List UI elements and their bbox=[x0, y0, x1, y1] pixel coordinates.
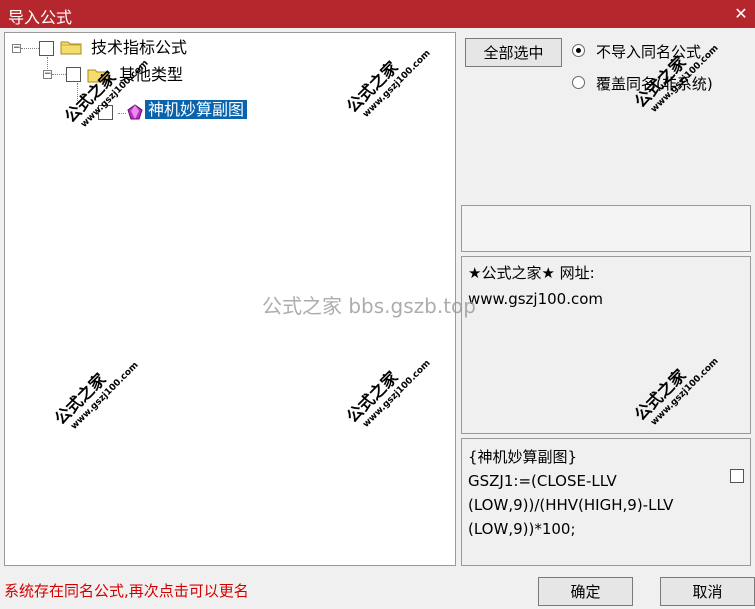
info-panel: ★公式之家★ 网址: www.gszj100.com bbox=[461, 256, 751, 434]
description-field[interactable] bbox=[461, 205, 751, 252]
formula-gem-icon bbox=[127, 104, 143, 120]
tree-child-label[interactable]: 其他类型 bbox=[119, 65, 183, 85]
select-all-button[interactable]: 全部选中 bbox=[465, 38, 562, 67]
formula-line-4: (LOW,9))*100; bbox=[468, 520, 576, 538]
tree-line bbox=[118, 113, 126, 114]
no-import-radio[interactable] bbox=[572, 44, 585, 57]
tree-leaf-label[interactable]: 神机妙算副图 bbox=[145, 97, 248, 123]
child-checkbox[interactable] bbox=[66, 67, 81, 82]
formula-line-1: {神机妙算副图} bbox=[468, 448, 578, 466]
formula-line-3: (LOW,9))/(HHV(HIGH,9)-LLV bbox=[468, 496, 674, 514]
window-title: 导入公式 bbox=[8, 8, 73, 27]
tree-line bbox=[47, 57, 48, 69]
overwrite-radio[interactable] bbox=[572, 76, 585, 89]
ok-button[interactable]: 确定 bbox=[538, 577, 633, 606]
root-expander[interactable]: − bbox=[12, 44, 21, 53]
child-expander[interactable]: − bbox=[43, 70, 52, 79]
no-import-label[interactable]: 不导入同名公式 bbox=[596, 41, 701, 62]
close-icon[interactable]: ✕ bbox=[727, 0, 755, 28]
tree-root-label[interactable]: 技术指标公式 bbox=[91, 38, 187, 58]
formula-checkbox[interactable] bbox=[730, 469, 744, 483]
tree-line bbox=[77, 83, 78, 103]
info-url: www.gszj100.com bbox=[468, 290, 604, 308]
overwrite-label[interactable]: 覆盖同名(非系统) bbox=[596, 73, 713, 94]
formula-preview: {神机妙算副图} GSZJ1:=(CLOSE-LLV (LOW,9))/(HHV… bbox=[461, 438, 751, 566]
folder-icon bbox=[87, 69, 109, 83]
tree-line bbox=[21, 48, 39, 49]
formula-line-2: GSZJ1:=(CLOSE-LLV bbox=[468, 472, 617, 490]
status-message: 系统存在同名公式,再次点击可以更名 bbox=[4, 582, 249, 600]
selected-formula-label[interactable]: 神机妙算副图 bbox=[145, 100, 248, 119]
cancel-button[interactable]: 取消 bbox=[660, 577, 755, 606]
formula-tree[interactable]: − 技术指标公式 − 其他类型 神机妙算副图 bbox=[4, 32, 456, 566]
info-title: ★公式之家★ 网址: bbox=[468, 264, 595, 282]
tree-line bbox=[52, 74, 66, 75]
folder-icon bbox=[60, 41, 82, 55]
root-checkbox[interactable] bbox=[39, 41, 54, 56]
leaf-checkbox[interactable] bbox=[98, 105, 113, 120]
title-bar: 导入公式 ✕ bbox=[0, 0, 755, 28]
